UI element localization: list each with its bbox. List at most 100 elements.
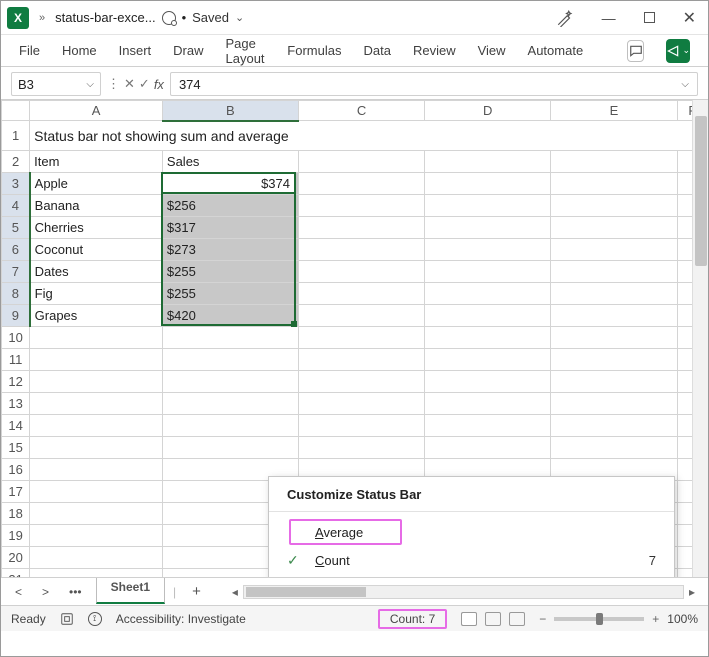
column-header-A[interactable]: A xyxy=(30,101,163,121)
view-normal-icon[interactable] xyxy=(461,612,477,626)
tab-insert[interactable]: Insert xyxy=(119,43,152,58)
name-box[interactable]: B3 ⌵ xyxy=(11,72,101,96)
column-header-B[interactable]: B xyxy=(162,101,298,121)
title-cell[interactable]: Status bar not showing sum and average xyxy=(30,121,708,151)
row-header-17[interactable]: 17 xyxy=(2,481,30,503)
status-count[interactable]: Count: 7 xyxy=(378,609,447,629)
accessibility-icon[interactable]: ⟟ xyxy=(88,612,102,626)
status-bar[interactable]: Ready ⟟ Accessibility: Investigate Count… xyxy=(1,605,708,631)
worksheet-grid[interactable]: ABCDEF1Status bar not showing sum and av… xyxy=(1,99,708,577)
cell-E15[interactable] xyxy=(551,437,678,459)
cell-B12[interactable] xyxy=(162,371,298,393)
zoom-out-button[interactable]: − xyxy=(539,612,546,626)
zoom-slider[interactable] xyxy=(554,617,644,621)
cell-A15[interactable] xyxy=(30,437,163,459)
dots-icon[interactable]: ⋮ xyxy=(107,76,120,92)
zoom-in-button[interactable]: + xyxy=(652,612,659,626)
cell-B9[interactable]: $420 xyxy=(162,305,298,327)
row-header-3[interactable]: 3 xyxy=(2,173,30,195)
column-header-D[interactable]: D xyxy=(425,101,551,121)
view-page-layout-icon[interactable] xyxy=(485,612,501,626)
cell-A3[interactable]: Apple xyxy=(30,173,163,195)
column-header-C[interactable]: C xyxy=(298,101,425,121)
cell-C11[interactable] xyxy=(298,349,425,371)
row-header-18[interactable]: 18 xyxy=(2,503,30,525)
cell-C10[interactable] xyxy=(298,327,425,349)
share-button[interactable]: ⌄ xyxy=(666,39,690,63)
cell-A16[interactable] xyxy=(30,459,163,481)
sheet-nav-next[interactable]: > xyxy=(36,583,55,601)
cell-A10[interactable] xyxy=(30,327,163,349)
cell-D7[interactable] xyxy=(425,261,551,283)
cell-D11[interactable] xyxy=(425,349,551,371)
magic-pen-icon[interactable] xyxy=(556,9,574,27)
cell-D12[interactable] xyxy=(425,371,551,393)
zoom-value[interactable]: 100% xyxy=(667,612,698,626)
cell-C5[interactable] xyxy=(298,217,425,239)
cell-E13[interactable] xyxy=(551,393,678,415)
cancel-icon[interactable]: ✕ xyxy=(124,76,135,92)
cell-B5[interactable]: $317 xyxy=(162,217,298,239)
row-header-9[interactable]: 9 xyxy=(2,305,30,327)
cell-A7[interactable]: Dates xyxy=(30,261,163,283)
customize-status-bar-menu[interactable]: Customize Status Bar Average✓Count7Numer… xyxy=(268,476,675,577)
tab-home[interactable]: Home xyxy=(62,43,97,58)
cell-A14[interactable] xyxy=(30,415,163,437)
cell-C6[interactable] xyxy=(298,239,425,261)
cell-A18[interactable] xyxy=(30,503,163,525)
tab-formulas[interactable]: Formulas xyxy=(287,43,341,58)
close-button[interactable]: ✕ xyxy=(683,8,696,28)
saved-status[interactable]: Saved xyxy=(192,10,229,25)
row-header-16[interactable]: 16 xyxy=(2,459,30,481)
cell-E5[interactable] xyxy=(551,217,678,239)
cell-A9[interactable]: Grapes xyxy=(30,305,163,327)
horizontal-scrollbar[interactable]: ◂ ▸ xyxy=(227,585,700,599)
minimize-button[interactable]: — xyxy=(602,10,616,26)
row-header-1[interactable]: 1 xyxy=(2,121,30,151)
cell-E6[interactable] xyxy=(551,239,678,261)
tab-file[interactable]: File xyxy=(19,43,40,58)
vertical-scrollbar[interactable] xyxy=(692,100,708,577)
chevron-down-icon[interactable]: ⌵ xyxy=(681,79,689,90)
cell-A21[interactable] xyxy=(30,569,163,578)
row-header-13[interactable]: 13 xyxy=(2,393,30,415)
sheet-tab-active[interactable]: Sheet1 xyxy=(96,578,165,604)
cell-C4[interactable] xyxy=(298,195,425,217)
status-menu-item-nt[interactable]: Numerical Count xyxy=(269,574,674,577)
macro-icon[interactable] xyxy=(60,612,74,626)
accessibility-status[interactable]: Accessibility: Investigate xyxy=(116,612,246,626)
cell-C7[interactable] xyxy=(298,261,425,283)
tab-view[interactable]: View xyxy=(478,43,506,58)
row-header-12[interactable]: 12 xyxy=(2,371,30,393)
cell-B8[interactable]: $255 xyxy=(162,283,298,305)
tab-review[interactable]: Review xyxy=(413,43,456,58)
presence-icon[interactable] xyxy=(162,11,176,25)
scrollbar-thumb[interactable] xyxy=(695,116,707,266)
row-header-11[interactable]: 11 xyxy=(2,349,30,371)
scroll-right-icon[interactable]: ▸ xyxy=(684,585,700,599)
row-header-20[interactable]: 20 xyxy=(2,547,30,569)
cell-B4[interactable]: $256 xyxy=(162,195,298,217)
row-header-14[interactable]: 14 xyxy=(2,415,30,437)
cell-B6[interactable]: $273 xyxy=(162,239,298,261)
cell-B2[interactable]: Sales xyxy=(162,151,298,173)
row-header-19[interactable]: 19 xyxy=(2,525,30,547)
cell-A4[interactable]: Banana xyxy=(30,195,163,217)
cell-B10[interactable] xyxy=(162,327,298,349)
cell-E9[interactable] xyxy=(551,305,678,327)
cell-D15[interactable] xyxy=(425,437,551,459)
cell-D2[interactable] xyxy=(425,151,551,173)
cell-A5[interactable]: Cherries xyxy=(30,217,163,239)
row-header-8[interactable]: 8 xyxy=(2,283,30,305)
cell-A6[interactable]: Coconut xyxy=(30,239,163,261)
status-menu-item-average[interactable]: Average xyxy=(269,518,674,546)
scroll-left-icon[interactable]: ◂ xyxy=(227,585,243,599)
cell-C3[interactable] xyxy=(298,173,425,195)
cell-D3[interactable] xyxy=(425,173,551,195)
cell-E14[interactable] xyxy=(551,415,678,437)
cell-D8[interactable] xyxy=(425,283,551,305)
cell-D13[interactable] xyxy=(425,393,551,415)
cell-C12[interactable] xyxy=(298,371,425,393)
row-header-5[interactable]: 5 xyxy=(2,217,30,239)
cell-A8[interactable]: Fig xyxy=(30,283,163,305)
